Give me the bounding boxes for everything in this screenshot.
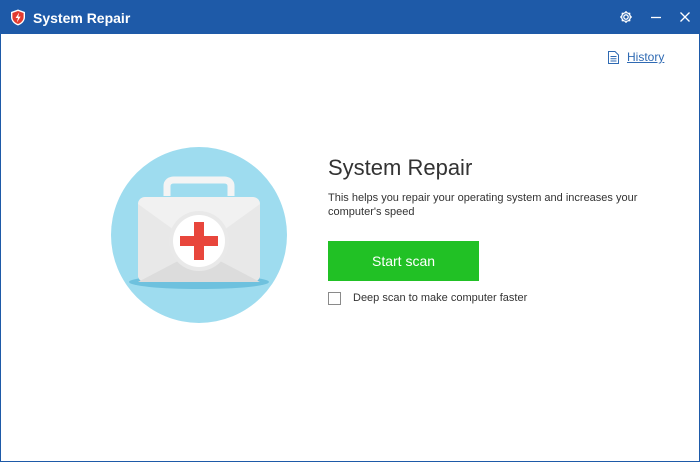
close-button[interactable] (674, 7, 696, 27)
window-title: System Repair (33, 10, 131, 26)
history-link[interactable]: History (608, 49, 664, 65)
minimize-icon (650, 11, 662, 23)
history-label: History (627, 50, 665, 64)
first-aid-kit-icon (110, 146, 288, 324)
deep-scan-option[interactable]: Deep scan to make computer faster (328, 291, 527, 305)
gear-icon (619, 10, 633, 24)
close-icon (679, 11, 691, 23)
description-text: This helps you repair your operating sys… (328, 192, 638, 218)
app-window: System Repair History System Repair This… (0, 0, 700, 462)
deep-scan-checkbox[interactable] (328, 291, 341, 305)
shield-icon (10, 9, 26, 26)
settings-button[interactable] (615, 7, 637, 27)
document-icon (608, 50, 619, 64)
page-title: System Repair (328, 155, 473, 180)
deep-scan-label: Deep scan to make computer faster (353, 292, 528, 304)
minimize-button[interactable] (645, 7, 667, 27)
title-bar: System Repair (1, 1, 699, 34)
start-scan-button[interactable]: Start scan (328, 241, 479, 281)
